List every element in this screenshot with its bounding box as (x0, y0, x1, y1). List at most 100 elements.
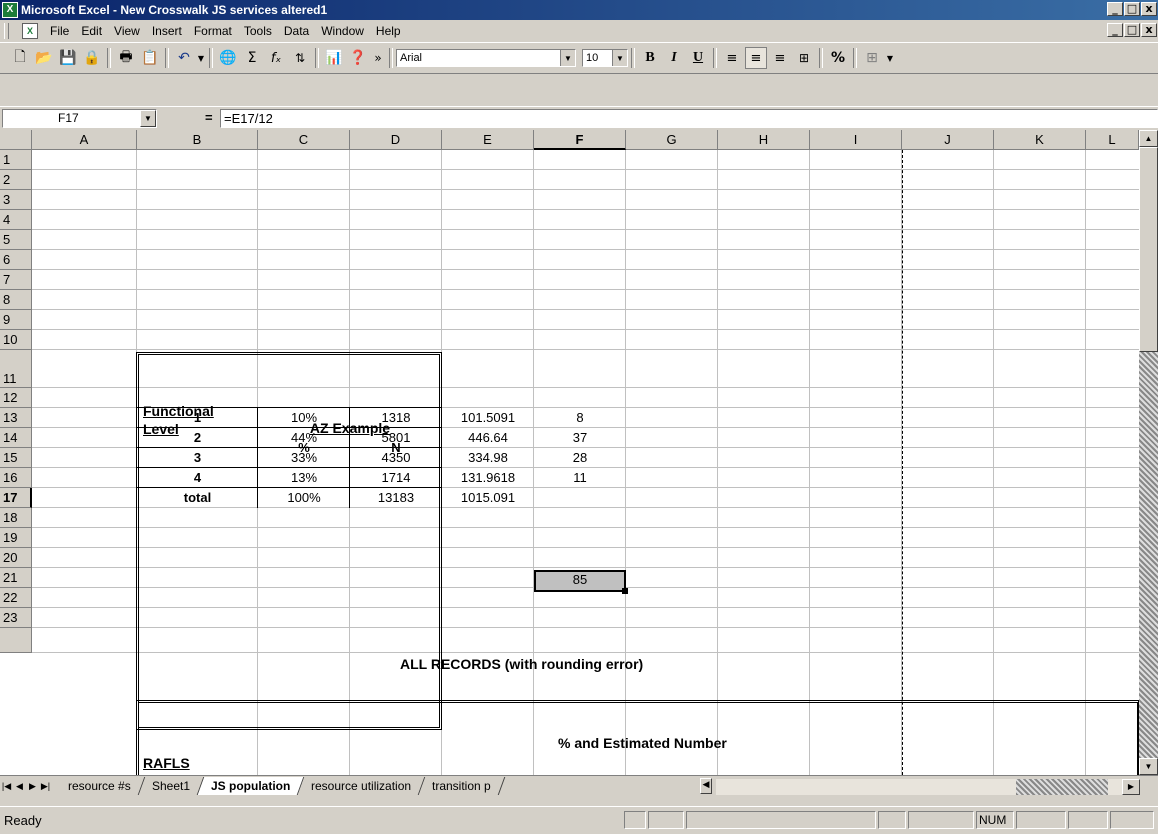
align-left-icon[interactable]: ≡ (721, 47, 743, 69)
minimize-button[interactable]: _ (1107, 2, 1123, 16)
row-header-17[interactable]: 17 (0, 488, 32, 508)
save-icon[interactable]: 💾 (57, 47, 79, 69)
row-header-13[interactable]: 13 (0, 408, 32, 428)
menu-view[interactable]: View (108, 24, 146, 38)
workbook-close-button[interactable]: x (1141, 23, 1157, 37)
scroll-right-icon[interactable]: ▶ (1122, 779, 1140, 795)
column-header-j[interactable]: J (902, 130, 994, 150)
font-name-select[interactable]: Arial ▼ (396, 49, 576, 67)
table-cell-d[interactable]: 4350 (350, 450, 442, 465)
row-header-5[interactable]: 5 (0, 230, 32, 250)
menu-tools[interactable]: Tools (238, 24, 278, 38)
tab-js-population[interactable]: JS population (197, 777, 305, 795)
bold-icon[interactable]: B (639, 47, 661, 69)
toolbar-options-icon[interactable]: » (371, 47, 385, 69)
table-cell-f[interactable]: 28 (534, 450, 644, 465)
table-cell-b[interactable]: total (137, 490, 258, 505)
tab-resource-numbers[interactable]: resource #s (54, 777, 145, 795)
tab-resource-utilization[interactable]: resource utilization (297, 777, 426, 795)
table-cell-c[interactable]: 13% (258, 470, 350, 485)
column-header-h[interactable]: H (718, 130, 810, 150)
menu-file[interactable]: File (44, 24, 75, 38)
column-header-l[interactable]: L (1086, 130, 1139, 150)
excel-app-icon[interactable]: X (2, 2, 18, 18)
table-cell-d[interactable]: 1714 (350, 470, 442, 485)
align-center-icon[interactable]: ≡ (745, 47, 767, 69)
row-header-6[interactable]: 6 (0, 250, 32, 270)
table-cell-c[interactable]: 10% (258, 410, 350, 425)
row-header-11[interactable]: 11 (0, 350, 32, 388)
workbook-restore-button[interactable]: □ (1124, 23, 1140, 37)
percent-style-icon[interactable]: % (827, 47, 849, 69)
row-header-16[interactable]: 16 (0, 468, 32, 488)
tab-sheet1[interactable]: Sheet1 (138, 777, 205, 795)
row-header-3[interactable]: 3 (0, 190, 32, 210)
workbook-icon[interactable]: X (22, 23, 38, 39)
help-icon[interactable]: ❓ (347, 47, 369, 69)
column-header-f[interactable]: F (534, 130, 626, 150)
column-header-k[interactable]: K (994, 130, 1086, 150)
formula-input[interactable]: =E17/12 (220, 109, 1158, 128)
merge-center-icon[interactable]: ⊞ (793, 47, 815, 69)
row-header-14[interactable]: 14 (0, 428, 32, 448)
row-header-12[interactable]: 12 (0, 388, 32, 408)
table-cell-c[interactable]: 44% (258, 430, 350, 445)
row-header-23[interactable]: 23 (0, 608, 32, 628)
vertical-scroll-track[interactable] (1139, 352, 1158, 758)
chart-wizard-icon[interactable]: 📊 (323, 47, 345, 69)
table-cell-f[interactable]: 37 (534, 430, 644, 445)
all-records-label[interactable]: ALL RECORDS (with rounding error) (400, 656, 643, 672)
menu-help[interactable]: Help (370, 24, 407, 38)
worksheet-grid[interactable]: ABCDEFGHIJKL 1 2 3 4 5 6 7 8 9 10 11 12 13 14 15 16 17 18… (0, 130, 1139, 775)
autosum-icon[interactable]: Σ (241, 47, 263, 69)
scroll-up-icon[interactable]: ▲ (1139, 130, 1158, 147)
close-button[interactable]: x (1141, 2, 1157, 16)
name-box-dropdown-icon[interactable]: ▼ (140, 110, 156, 127)
table-cell-b[interactable]: 1 (137, 410, 258, 425)
permission-icon[interactable]: 🔒 (81, 47, 103, 69)
rafls-label[interactable]: RAFLS (143, 755, 190, 771)
menu-data[interactable]: Data (278, 24, 315, 38)
hyperlink-icon[interactable]: 🌐 (217, 47, 239, 69)
row-header-20[interactable]: 20 (0, 548, 32, 568)
menu-edit[interactable]: Edit (75, 24, 108, 38)
row-header-19[interactable]: 19 (0, 528, 32, 548)
menu-window[interactable]: Window (315, 24, 370, 38)
font-size-select[interactable]: 10 ▼ (582, 49, 628, 67)
row-header-9[interactable]: 9 (0, 310, 32, 330)
menu-insert[interactable]: Insert (146, 24, 188, 38)
table-cell-f[interactable]: 11 (534, 470, 644, 485)
font-dropdown-icon[interactable]: ▼ (560, 50, 575, 66)
sort-ascending-icon[interactable]: ⇅ (289, 47, 311, 69)
formula-equals-icon[interactable]: = (205, 110, 213, 125)
tab-transition[interactable]: transition p (418, 777, 506, 795)
table-cell-b[interactable]: 2 (137, 430, 258, 445)
column-header-i[interactable]: I (810, 130, 902, 150)
table-cell-d[interactable]: 1318 (350, 410, 442, 425)
row-header-7[interactable]: 7 (0, 270, 32, 290)
fill-handle[interactable] (622, 588, 628, 594)
italic-icon[interactable]: I (663, 47, 685, 69)
prev-sheet-icon[interactable]: ◀ (13, 778, 26, 794)
function-icon[interactable]: fₓ (265, 47, 287, 69)
row-header-22[interactable]: 22 (0, 588, 32, 608)
table-cell-e[interactable]: 131.9618 (442, 470, 534, 485)
horizontal-scroll-track[interactable] (1016, 779, 1108, 795)
column-header-b[interactable]: B (137, 130, 258, 150)
vertical-scrollbar[interactable]: ▲ ▼ (1139, 130, 1158, 775)
borders-icon[interactable]: ⊞ (861, 47, 883, 69)
table-cell-e[interactable]: 1015.091 (442, 490, 534, 505)
table-cell-d[interactable]: 5801 (350, 430, 442, 445)
workbook-minimize-button[interactable]: _ (1107, 23, 1123, 37)
horizontal-scrollbar[interactable]: ▶ (716, 779, 1140, 795)
select-all-corner[interactable] (0, 130, 32, 150)
menubar-grip[interactable] (4, 23, 9, 39)
column-header-e[interactable]: E (442, 130, 534, 150)
table-cell-e[interactable]: 101.5091 (442, 410, 534, 425)
table-cell-d[interactable]: 13183 (350, 490, 442, 505)
undo-icon[interactable]: ↶ (173, 47, 195, 69)
table-cell-b[interactable]: 3 (137, 450, 258, 465)
tab-split-box[interactable]: ◀ (700, 778, 712, 794)
column-header-d[interactable]: D (350, 130, 442, 150)
table-cell-b[interactable]: 4 (137, 470, 258, 485)
